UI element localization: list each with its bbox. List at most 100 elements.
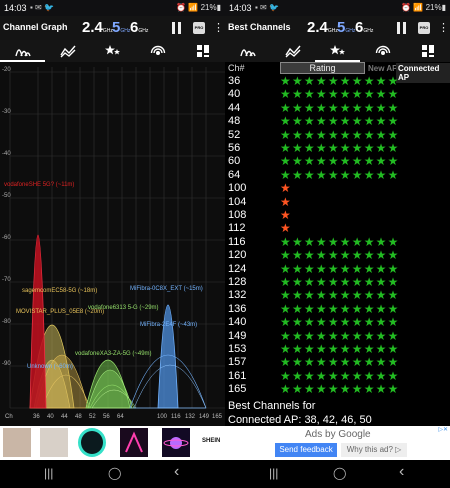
- ad-image[interactable]: [162, 428, 190, 457]
- channel-number: 104: [228, 195, 247, 208]
- channel-rating-row: 100 ★: [225, 181, 450, 196]
- channel-graph-icon[interactable]: [225, 40, 270, 62]
- pro-icon[interactable]: PRO: [418, 22, 430, 34]
- recents-icon[interactable]: |||: [269, 466, 278, 480]
- channel-rating-row: 112 ★: [225, 221, 450, 236]
- channel-rating-row: 128 ★★★★★★★★★★: [225, 275, 450, 289]
- channel-rating-icon[interactable]: [90, 40, 135, 62]
- ad-image[interactable]: [120, 428, 148, 457]
- ad-brand[interactable]: SHEIN: [202, 438, 220, 444]
- band-2-4-button[interactable]: 2.4GHz: [307, 19, 338, 36]
- ad-image[interactable]: [40, 428, 68, 457]
- star-rating: ★★★★★★★★★★: [280, 248, 400, 263]
- network-label[interactable]: sagemcomEC58-5G (~18m): [22, 288, 97, 294]
- x-tick: 40: [47, 414, 54, 420]
- dashboard-icon[interactable]: [180, 40, 225, 62]
- status-time: 14:03: [229, 3, 252, 13]
- band-2-4-button[interactable]: 2.4GHz: [82, 19, 113, 36]
- more-options-icon[interactable]: ⋮: [438, 21, 449, 35]
- channel-number: 64: [228, 168, 241, 181]
- band-6-button[interactable]: 6GHz: [130, 19, 148, 36]
- pause-icon[interactable]: [397, 22, 407, 34]
- x-tick: 132: [185, 414, 196, 420]
- star-rating: ★: [280, 181, 292, 196]
- band-5-button[interactable]: 5GHz: [337, 19, 355, 36]
- x-tick: 64: [117, 414, 124, 420]
- star-rating: ★★★★★★★★★★: [280, 154, 400, 169]
- channel-number: 52: [228, 128, 241, 141]
- channel-rating-row: 124 ★★★★★★★★★★: [225, 262, 450, 276]
- ads-by-google-label: Ads by Google: [305, 429, 371, 440]
- back-icon[interactable]: ‹: [399, 463, 404, 481]
- channel-rating-row: 44 ★★★★★★★★★★: [225, 100, 450, 115]
- star-rating: ★★★★★★★★★★: [280, 288, 400, 303]
- home-icon[interactable]: ◯: [108, 466, 121, 480]
- back-icon[interactable]: ‹: [174, 463, 179, 481]
- rating-column-title: Rating: [280, 62, 365, 74]
- why-this-ad-button[interactable]: Why this ad? ▷: [341, 443, 407, 457]
- dashboard-icon[interactable]: [405, 40, 450, 62]
- ad-image[interactable]: [78, 428, 106, 457]
- home-icon[interactable]: ◯: [333, 466, 346, 480]
- network-label[interactable]: MiFibra-0C8X_EXT (~15m): [130, 286, 203, 292]
- star-rating: ★★★★★★★★★★: [280, 301, 400, 316]
- notification-icons: ▪ ✉ 🐦: [255, 3, 279, 12]
- new-ap-toggle[interactable]: New AP: [368, 64, 398, 73]
- channel-rating-row: 149 ★★★★★★★★★★: [225, 329, 450, 343]
- channel-rating-row: 48 ★★★★★★★★★★: [225, 114, 450, 129]
- status-bar: 14:03 ▪ ✉ 🐦 ⏰ 📶 21%▮: [225, 0, 450, 16]
- star-rating: ★★★★★★★★★★: [280, 234, 400, 249]
- star-rating: ★★★★★★★★★★: [280, 275, 400, 289]
- channel-number: 60: [228, 155, 241, 168]
- send-feedback-button[interactable]: Send feedback: [275, 443, 337, 457]
- channel-number: 161: [228, 369, 247, 382]
- pause-icon[interactable]: [172, 22, 182, 34]
- x-tick: 52: [89, 414, 96, 420]
- network-label[interactable]: vodafoneXA3-ZA-5G (~49m): [75, 351, 152, 357]
- band-5-button[interactable]: 5GHz: [112, 19, 130, 36]
- time-graph-icon[interactable]: [270, 40, 315, 62]
- best-channels-value: Connected AP: 38, 42, 46, 50: [228, 414, 372, 426]
- star-rating: ★★★★★★★★★★: [280, 114, 400, 129]
- ad-banner[interactable]: SHEIN: [0, 426, 225, 460]
- channel-number: 48: [228, 115, 241, 128]
- system-status-icons: ⏰ 📶 21%▮: [176, 3, 221, 12]
- time-graph-icon[interactable]: [45, 40, 90, 62]
- channel-rating-icon[interactable]: [315, 40, 360, 62]
- channel-rating-row: 60 ★★★★★★★★★★: [225, 154, 450, 169]
- star-rating: ★★★★★★★★★★: [280, 368, 400, 383]
- channel-number: 153: [228, 343, 247, 355]
- star-rating: ★★★★★★★★★★: [280, 74, 400, 88]
- network-label[interactable]: vodafoneSHE 5G? (~11m): [4, 182, 74, 188]
- ad-info-icon[interactable]: ▷✕: [438, 426, 448, 433]
- channel-number: 44: [228, 101, 241, 114]
- channel-number: 40: [228, 88, 241, 101]
- y-tick: -30: [2, 109, 11, 115]
- star-rating: ★: [280, 221, 292, 236]
- recents-icon[interactable]: |||: [44, 466, 53, 480]
- network-label[interactable]: vodafone6313 5-G (~29m): [88, 305, 159, 311]
- y-tick: -40: [2, 151, 11, 157]
- channel-number: 132: [228, 289, 247, 302]
- channel-graph-plot: [9, 67, 225, 409]
- network-label[interactable]: Unknown (~60m): [27, 364, 73, 370]
- pro-icon[interactable]: PRO: [193, 22, 205, 34]
- ad-image[interactable]: [3, 428, 31, 457]
- channel-number: 56: [228, 142, 241, 154]
- x-tick: 48: [75, 414, 82, 420]
- system-status-icons: ⏰ 📶 21%▮: [401, 3, 446, 12]
- x-tick: 116: [171, 414, 181, 420]
- star-rating: ★★★★★★★★★★: [280, 100, 400, 115]
- network-label[interactable]: MiFibra-2E4F (~43m): [140, 322, 197, 328]
- channel-number: 124: [228, 262, 247, 275]
- channel-graph-icon[interactable]: [0, 40, 45, 62]
- ap-list-icon[interactable]: [135, 40, 180, 62]
- channel-number: 112: [228, 222, 246, 235]
- x-tick: 165: [212, 414, 223, 420]
- channel-number: 157: [228, 356, 247, 369]
- channel-rating-row: 108 ★: [225, 208, 450, 222]
- channel-rating-row: 157 ★★★★★★★★★★: [225, 355, 450, 369]
- more-options-icon[interactable]: ⋮: [213, 21, 224, 35]
- ap-list-icon[interactable]: [360, 40, 405, 62]
- band-6-button[interactable]: 6GHz: [355, 19, 373, 36]
